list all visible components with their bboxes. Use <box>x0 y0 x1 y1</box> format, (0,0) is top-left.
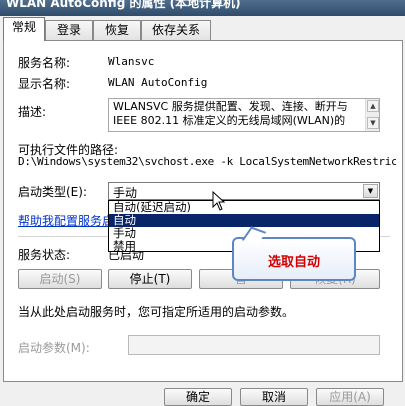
service-name-value: Wlansvc <box>108 55 155 68</box>
window-title: WLAN AutoConfig 的属性 (本地计算机) <box>6 0 241 10</box>
option-auto[interactable]: 自动 <box>109 214 379 227</box>
tab-logon[interactable]: 登录 <box>45 20 93 40</box>
stop-button[interactable]: 停止(T) <box>108 269 192 289</box>
description-text: WLANSVC 服务提供配置、发现、连接、断开与 IEEE 802.11 标准定… <box>113 100 348 127</box>
tab-dependencies[interactable]: 依存关系 <box>141 20 211 40</box>
start-params-label: 启动参数(M): <box>18 341 90 355</box>
display-name-label: 显示名称: <box>18 77 71 91</box>
general-panel: 服务名称: Wlansvc 显示名称: WLAN AutoConfig 描述: … <box>3 40 403 382</box>
apply-button[interactable]: 应用(A) <box>316 388 384 406</box>
tab-recovery[interactable]: 恢复 <box>93 20 141 40</box>
scroll-down-icon[interactable]: ▼ <box>367 117 379 129</box>
option-auto-delayed[interactable]: 自动(延迟启动) <box>109 201 379 214</box>
callout-annotation: 选取自动 <box>232 226 356 281</box>
description-label: 描述: <box>18 105 47 119</box>
scroll-up-icon[interactable]: ▲ <box>367 100 379 112</box>
tab-strip: 常规 登录 恢复 依存关系 <box>0 16 405 41</box>
exe-path-value: D:\Windows\system32\svchost.exe -k Local… <box>18 155 396 168</box>
service-name-label: 服务名称: <box>18 56 71 70</box>
start-button[interactable]: 启动(S) <box>18 269 102 289</box>
cancel-button[interactable]: 取消 <box>240 388 308 406</box>
service-status-label: 服务状态: <box>18 248 71 262</box>
description-box[interactable]: WLANSVC 服务提供配置、发现、连接、断开与 IEEE 802.11 标准定… <box>108 98 380 132</box>
title-bar: WLAN AutoConfig 的属性 (本地计算机) <box>0 0 405 16</box>
startup-type-label: 启动类型(E): <box>18 185 87 199</box>
ok-button[interactable]: 确定 <box>164 388 232 406</box>
chevron-down-icon[interactable]: ▼ <box>363 184 378 198</box>
callout-text: 选取自动 <box>267 255 320 270</box>
start-params-hint: 当从此处启动服务时，您可指定所适用的启动参数。 <box>18 305 295 319</box>
display-name-value: WLAN AutoConfig <box>108 76 208 89</box>
help-configure-link[interactable]: 帮助我配置服务启 <box>18 212 114 229</box>
description-scrollbar[interactable]: ▲ ▼ <box>365 99 379 131</box>
tab-general[interactable]: 常规 <box>3 17 45 41</box>
startup-type-combobox[interactable]: 手动 ▼ <box>108 182 380 200</box>
startup-type-selected: 手动 <box>113 186 138 200</box>
start-params-input[interactable] <box>128 335 380 355</box>
mouse-pointer-icon <box>212 191 226 211</box>
